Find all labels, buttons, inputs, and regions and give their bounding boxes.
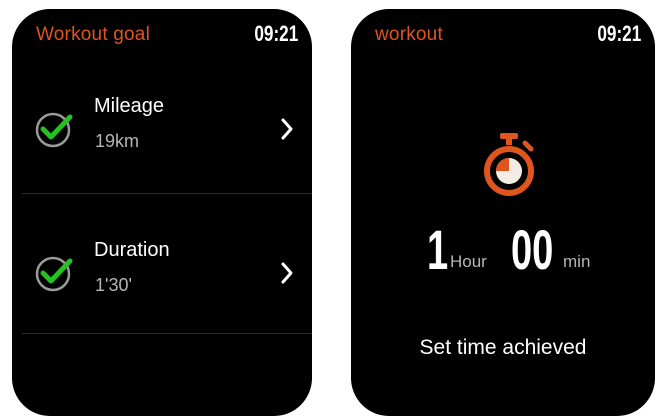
check-circle-icon <box>35 112 73 148</box>
stopwatch-icon <box>484 133 534 196</box>
minutes-value: 00 <box>511 218 554 281</box>
check-circle-icon <box>35 256 73 292</box>
goal-row-mileage[interactable]: Mileage 19km <box>12 85 312 175</box>
clock-time: 09:21 <box>597 21 641 46</box>
hours-value: 1 <box>427 218 449 281</box>
workout-complete-screen: workout 09:21 1 Hour 00 min Set time ach… <box>351 9 655 416</box>
screen-title: Workout goal <box>36 24 150 45</box>
goal-row-label: Duration <box>94 239 170 261</box>
chevron-right-icon <box>281 262 293 284</box>
goal-row-label: Mileage <box>94 95 165 117</box>
goal-row-value: 1'30' <box>95 275 132 295</box>
goal-row-value: 19km <box>95 131 140 151</box>
achievement-message: Set time achieved <box>419 336 587 359</box>
clock-time: 09:21 <box>254 21 298 46</box>
screen-title: workout <box>375 24 443 45</box>
minutes-unit: min <box>563 252 591 271</box>
chevron-right-icon <box>281 118 293 140</box>
workout-goal-screen: Workout goal 09:21 Mileage 19km Duration… <box>12 9 312 416</box>
hours-unit: Hour <box>450 252 487 271</box>
divider <box>22 333 312 334</box>
divider <box>22 193 312 194</box>
achieved-time: 1 Hour 00 min <box>351 222 655 282</box>
goal-row-duration[interactable]: Duration 1'30' <box>12 229 312 319</box>
